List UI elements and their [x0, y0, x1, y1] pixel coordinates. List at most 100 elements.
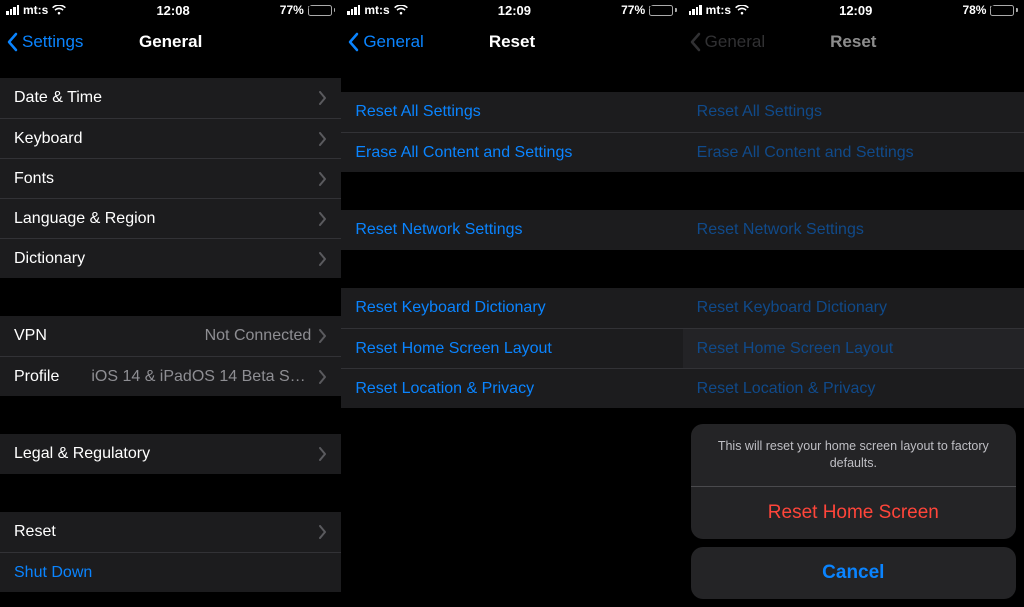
- back-label: General: [363, 32, 423, 52]
- page-title: General: [139, 32, 202, 52]
- carrier-label: mt:s: [23, 3, 48, 17]
- cell-reset[interactable]: Reset: [0, 512, 341, 552]
- cell-label: Reset All Settings: [355, 103, 480, 121]
- cell-label: Dictionary: [14, 250, 85, 268]
- chevron-right-icon: [319, 329, 327, 343]
- cell-label: Reset All Settings: [697, 103, 822, 121]
- settings-group-3: Legal & Regulatory: [0, 434, 341, 474]
- cell-fonts[interactable]: Fonts: [0, 158, 341, 198]
- cell-date-time[interactable]: Date & Time: [0, 78, 341, 118]
- back-button[interactable]: Settings: [6, 20, 83, 64]
- clock-label: 12:08: [156, 3, 189, 18]
- chevron-right-icon: [319, 525, 327, 539]
- carrier-label: mt:s: [364, 3, 389, 17]
- cell-profile[interactable]: Profile iOS 14 & iPadOS 14 Beta Softwar.…: [0, 356, 341, 396]
- cell-reset-network[interactable]: Reset Network Settings: [341, 210, 682, 250]
- chevron-right-icon: [319, 212, 327, 226]
- cell-label: Reset: [14, 523, 56, 541]
- battery-icon: ⚡︎: [649, 5, 677, 16]
- settings-group-1: Date & Time Keyboard Fonts Language & Re…: [0, 78, 341, 278]
- cell-label: Erase All Content and Settings: [355, 144, 572, 162]
- back-label: Settings: [22, 32, 83, 52]
- nav-bar: General Reset: [683, 20, 1024, 64]
- cell-label: Erase All Content and Settings: [697, 144, 914, 162]
- screenshot-reset: mt:s 12:09 77% ⚡︎ General Res: [341, 0, 682, 607]
- chevron-right-icon: [319, 252, 327, 266]
- status-bar: mt:s 12:09 78% ⚡︎: [683, 0, 1024, 20]
- content-area: Date & Time Keyboard Fonts Language & Re…: [0, 64, 341, 607]
- back-button[interactable]: General: [347, 20, 423, 64]
- cell-reset-keyboard: Reset Keyboard Dictionary: [683, 288, 1024, 328]
- sheet-card: This will reset your home screen layout …: [691, 424, 1016, 539]
- cell-reset-location[interactable]: Reset Location & Privacy: [341, 368, 682, 408]
- back-label: General: [705, 32, 765, 52]
- cell-keyboard[interactable]: Keyboard: [0, 118, 341, 158]
- cell-reset-all: Reset All Settings: [683, 92, 1024, 132]
- reset-group-1: Reset All Settings Erase All Content and…: [341, 92, 682, 172]
- cell-dictionary[interactable]: Dictionary: [0, 238, 341, 278]
- chevron-right-icon: [319, 447, 327, 461]
- cell-shutdown[interactable]: Shut Down: [0, 552, 341, 592]
- cell-label: VPN: [14, 327, 47, 345]
- battery-percent: 78%: [962, 3, 986, 17]
- wifi-icon: [52, 5, 66, 15]
- sheet-cancel-button[interactable]: Cancel: [691, 547, 1016, 599]
- sheet-cancel-label: Cancel: [822, 562, 884, 584]
- cell-reset-location: Reset Location & Privacy: [683, 368, 1024, 408]
- wifi-icon: [735, 5, 749, 15]
- clock-label: 12:09: [498, 3, 531, 18]
- cell-language-region[interactable]: Language & Region: [0, 198, 341, 238]
- page-title: Reset: [830, 32, 876, 52]
- settings-group-4: Reset Shut Down: [0, 512, 341, 592]
- cell-label: Reset Location & Privacy: [355, 380, 534, 398]
- cell-label: Fonts: [14, 170, 54, 188]
- reset-group-1: Reset All Settings Erase All Content and…: [683, 92, 1024, 172]
- cell-label: Keyboard: [14, 130, 83, 148]
- cell-label: Reset Network Settings: [697, 221, 864, 239]
- cell-label: Reset Keyboard Dictionary: [355, 299, 545, 317]
- page-title: Reset: [489, 32, 535, 52]
- chevron-right-icon: [319, 172, 327, 186]
- cell-erase-all: Erase All Content and Settings: [683, 132, 1024, 172]
- screenshot-reset-confirm: mt:s 12:09 78% ⚡︎ General Res: [683, 0, 1024, 607]
- battery-percent: 77%: [621, 3, 645, 17]
- sheet-message: This will reset your home screen layout …: [691, 424, 1016, 487]
- cell-reset-home: Reset Home Screen Layout: [683, 328, 1024, 368]
- cell-label: Reset Network Settings: [355, 221, 522, 239]
- sheet-cancel-card: Cancel: [691, 547, 1016, 599]
- cell-label: Legal & Regulatory: [14, 445, 150, 463]
- carrier-label: mt:s: [706, 3, 731, 17]
- status-bar: mt:s 12:08 77% ⚡︎: [0, 0, 341, 20]
- nav-bar: General Reset: [341, 20, 682, 64]
- cell-reset-keyboard[interactable]: Reset Keyboard Dictionary: [341, 288, 682, 328]
- wifi-icon: [394, 5, 408, 15]
- sheet-destructive-button[interactable]: Reset Home Screen: [691, 487, 1016, 539]
- battery-percent: 77%: [280, 3, 304, 17]
- cell-legal[interactable]: Legal & Regulatory: [0, 434, 341, 474]
- sheet-action-label: Reset Home Screen: [768, 502, 939, 524]
- reset-group-2: Reset Network Settings: [683, 210, 1024, 250]
- signal-icon: [347, 5, 360, 15]
- cell-reset-all[interactable]: Reset All Settings: [341, 92, 682, 132]
- cell-label: Reset Home Screen Layout: [355, 340, 552, 358]
- cell-value: iOS 14 & iPadOS 14 Beta Softwar...: [91, 368, 311, 386]
- cell-vpn[interactable]: VPN Not Connected: [0, 316, 341, 356]
- chevron-left-icon: [6, 32, 18, 52]
- chevron-right-icon: [319, 91, 327, 105]
- reset-group-2: Reset Network Settings: [341, 210, 682, 250]
- action-sheet: This will reset your home screen layout …: [691, 424, 1016, 599]
- reset-group-3: Reset Keyboard Dictionary Reset Home Scr…: [341, 288, 682, 408]
- settings-group-2: VPN Not Connected Profile iOS 14 & iPadO…: [0, 316, 341, 396]
- content-area: Reset All Settings Erase All Content and…: [341, 64, 682, 607]
- reset-group-3: Reset Keyboard Dictionary Reset Home Scr…: [683, 288, 1024, 408]
- signal-icon: [6, 5, 19, 15]
- chevron-left-icon: [347, 32, 359, 52]
- back-button: General: [689, 20, 765, 64]
- cell-erase-all[interactable]: Erase All Content and Settings: [341, 132, 682, 172]
- cell-label: Reset Keyboard Dictionary: [697, 299, 887, 317]
- cell-label: Profile: [14, 368, 59, 386]
- chevron-right-icon: [319, 370, 327, 384]
- signal-icon: [689, 5, 702, 15]
- nav-bar: Settings General: [0, 20, 341, 64]
- cell-reset-home[interactable]: Reset Home Screen Layout: [341, 328, 682, 368]
